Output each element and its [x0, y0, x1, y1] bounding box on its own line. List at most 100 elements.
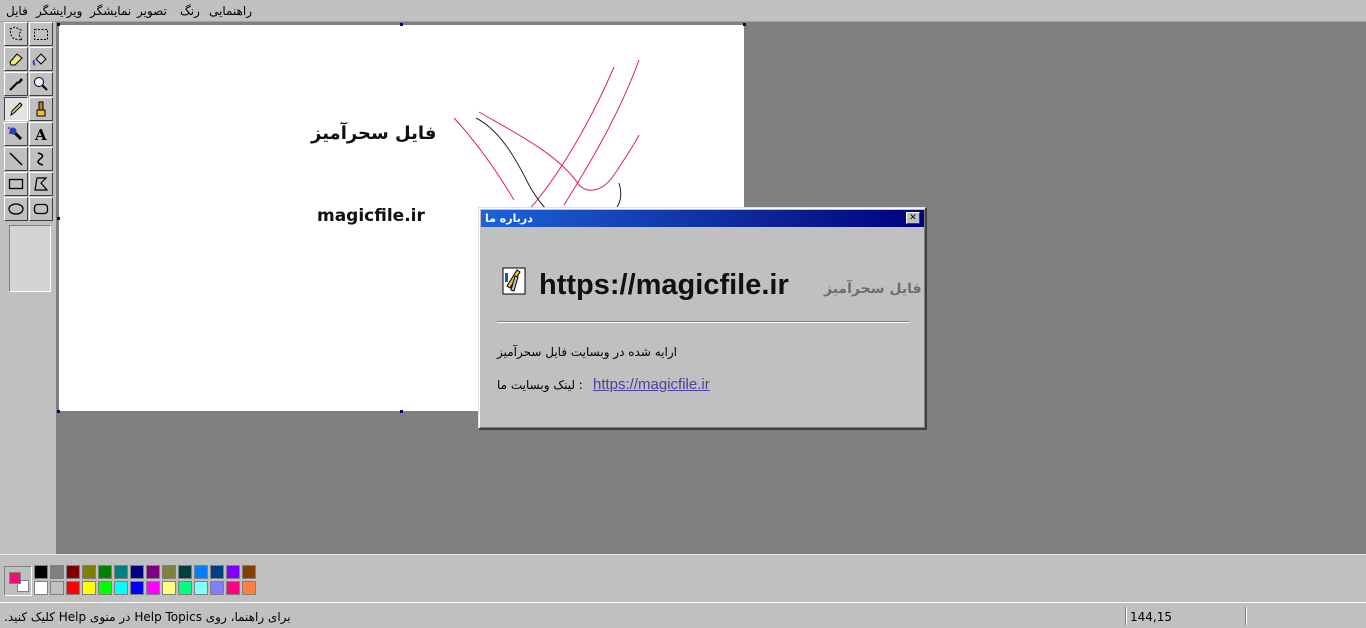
palette-swatch[interactable] — [210, 565, 224, 579]
free-form-select-icon — [9, 26, 23, 41]
resize-handle[interactable] — [743, 23, 746, 26]
palette-swatch[interactable] — [34, 581, 48, 595]
ellipse-tool[interactable] — [4, 197, 28, 221]
dialog-separator — [497, 321, 909, 323]
line-icon — [9, 152, 23, 166]
magnifier-tool[interactable] — [29, 72, 53, 96]
toolbox: A — [0, 22, 56, 554]
rectangle-icon — [8, 178, 24, 190]
doodle-stroke-4 — [563, 59, 640, 206]
menu-file[interactable]: فایل — [6, 4, 28, 18]
palette-swatch[interactable] — [162, 565, 176, 579]
svg-text:A: A — [34, 126, 47, 143]
close-icon: ✕ — [909, 212, 917, 223]
line-tool[interactable] — [4, 147, 28, 171]
palette-swatch[interactable] — [98, 565, 112, 579]
curve-tool[interactable] — [29, 147, 53, 171]
palette-swatch[interactable] — [50, 565, 64, 579]
dialog-link-label: لینک وبسایت ما : — [497, 378, 583, 392]
palette-swatch[interactable] — [130, 581, 144, 595]
rounded-rect-tool[interactable] — [29, 197, 53, 221]
palette-swatch[interactable] — [226, 565, 240, 579]
palette-swatch[interactable] — [178, 565, 192, 579]
menu-bar: فایل ویرایشگر نمایشگر تصویر رنگ راهنمایی — [0, 0, 1366, 22]
dialog-brand: فایل سحرآمیز — [824, 281, 922, 297]
palette-swatch[interactable] — [98, 581, 112, 595]
palette-swatch[interactable] — [194, 565, 208, 579]
color-picker-icon — [9, 78, 23, 91]
fill-bucket-icon — [32, 53, 47, 66]
palette-swatch[interactable] — [242, 565, 256, 579]
current-colors[interactable] — [4, 566, 32, 596]
palette-swatch[interactable] — [146, 565, 160, 579]
resize-handle[interactable] — [400, 23, 403, 26]
dialog-title-bar[interactable]: درباره ما ✕ — [481, 210, 924, 227]
palette-swatch[interactable] — [210, 581, 224, 595]
palette-swatch[interactable] — [66, 565, 80, 579]
magnifier-icon — [34, 77, 48, 91]
eraser-tool[interactable] — [4, 47, 28, 71]
doodle-stroke-6 — [616, 182, 622, 208]
menu-view[interactable]: نمایشگر — [90, 4, 131, 18]
ellipse-icon — [8, 203, 24, 215]
dialog-description: ارایه شده در وبسایت فایل سحرآمیز — [497, 345, 677, 359]
text-icon: A — [34, 126, 47, 143]
palette-swatch[interactable] — [178, 581, 192, 595]
color-picker-tool[interactable] — [4, 72, 28, 96]
airbrush-icon — [8, 127, 23, 141]
menu-help[interactable]: راهنمایی — [209, 4, 252, 18]
doodle-stroke-2 — [478, 111, 640, 191]
about-dialog: درباره ما ✕ https://magicfile.ir فایل سح… — [478, 207, 927, 430]
brush-icon — [36, 101, 46, 117]
pencil-icon — [10, 102, 23, 117]
palette-swatch[interactable] — [226, 581, 240, 595]
palette-swatch[interactable] — [146, 581, 160, 595]
foreground-color[interactable] — [9, 572, 21, 584]
resize-handle[interactable] — [57, 23, 60, 26]
doodle-stroke-3 — [528, 66, 615, 211]
resize-handle[interactable] — [57, 217, 60, 220]
eraser-icon — [9, 53, 23, 66]
status-bar: برای راهنما، روی Help Topics در منوی Hel… — [0, 602, 1366, 628]
dialog-title: درباره ما — [485, 212, 533, 225]
dialog-website-link[interactable]: https://magicfile.ir — [593, 376, 710, 393]
resize-handle[interactable] — [57, 410, 60, 413]
rectangle-tool[interactable] — [4, 172, 28, 196]
status-coordinates: 144,15 — [1130, 610, 1172, 624]
airbrush-tool[interactable] — [4, 122, 28, 146]
palette-swatch[interactable] — [114, 565, 128, 579]
status-separator — [1245, 607, 1247, 625]
menu-colors[interactable]: رنگ — [180, 4, 200, 18]
palette-swatch[interactable] — [34, 565, 48, 579]
palette-swatch[interactable] — [66, 581, 80, 595]
status-separator — [1125, 607, 1127, 625]
brush-tool[interactable] — [29, 97, 53, 121]
palette-swatch[interactable] — [242, 581, 256, 595]
rect-select-icon — [34, 29, 48, 40]
tool-options-panel[interactable] — [9, 225, 51, 292]
pencil-tool[interactable] — [4, 97, 28, 121]
polygon-icon — [34, 177, 49, 191]
resize-handle[interactable] — [400, 410, 403, 413]
palette-swatch[interactable] — [114, 581, 128, 595]
status-help-text: برای راهنما، روی Help Topics در منوی Hel… — [4, 610, 291, 624]
canvas-brand-text: فایل سحرآمیز — [311, 123, 437, 144]
palette-swatch[interactable] — [50, 581, 64, 595]
rect-select-tool[interactable] — [29, 22, 53, 46]
dialog-close-button[interactable]: ✕ — [906, 212, 920, 224]
canvas-url-text: magicfile.ir — [317, 206, 425, 226]
menu-edit[interactable]: ویرایشگر — [36, 4, 82, 18]
dialog-heading-url: https://magicfile.ir — [539, 269, 789, 301]
fill-tool[interactable] — [29, 47, 53, 71]
palette-swatch[interactable] — [162, 581, 176, 595]
doodle-stroke-1 — [453, 117, 515, 201]
palette-swatch[interactable] — [194, 581, 208, 595]
palette-swatch[interactable] — [82, 565, 96, 579]
text-tool[interactable]: A — [29, 122, 53, 146]
menu-image[interactable]: تصویر — [137, 4, 167, 18]
polygon-tool[interactable] — [29, 172, 53, 196]
curve-icon — [37, 152, 44, 166]
free-form-select-tool[interactable] — [4, 22, 28, 46]
palette-swatch[interactable] — [82, 581, 96, 595]
palette-swatch[interactable] — [130, 565, 144, 579]
